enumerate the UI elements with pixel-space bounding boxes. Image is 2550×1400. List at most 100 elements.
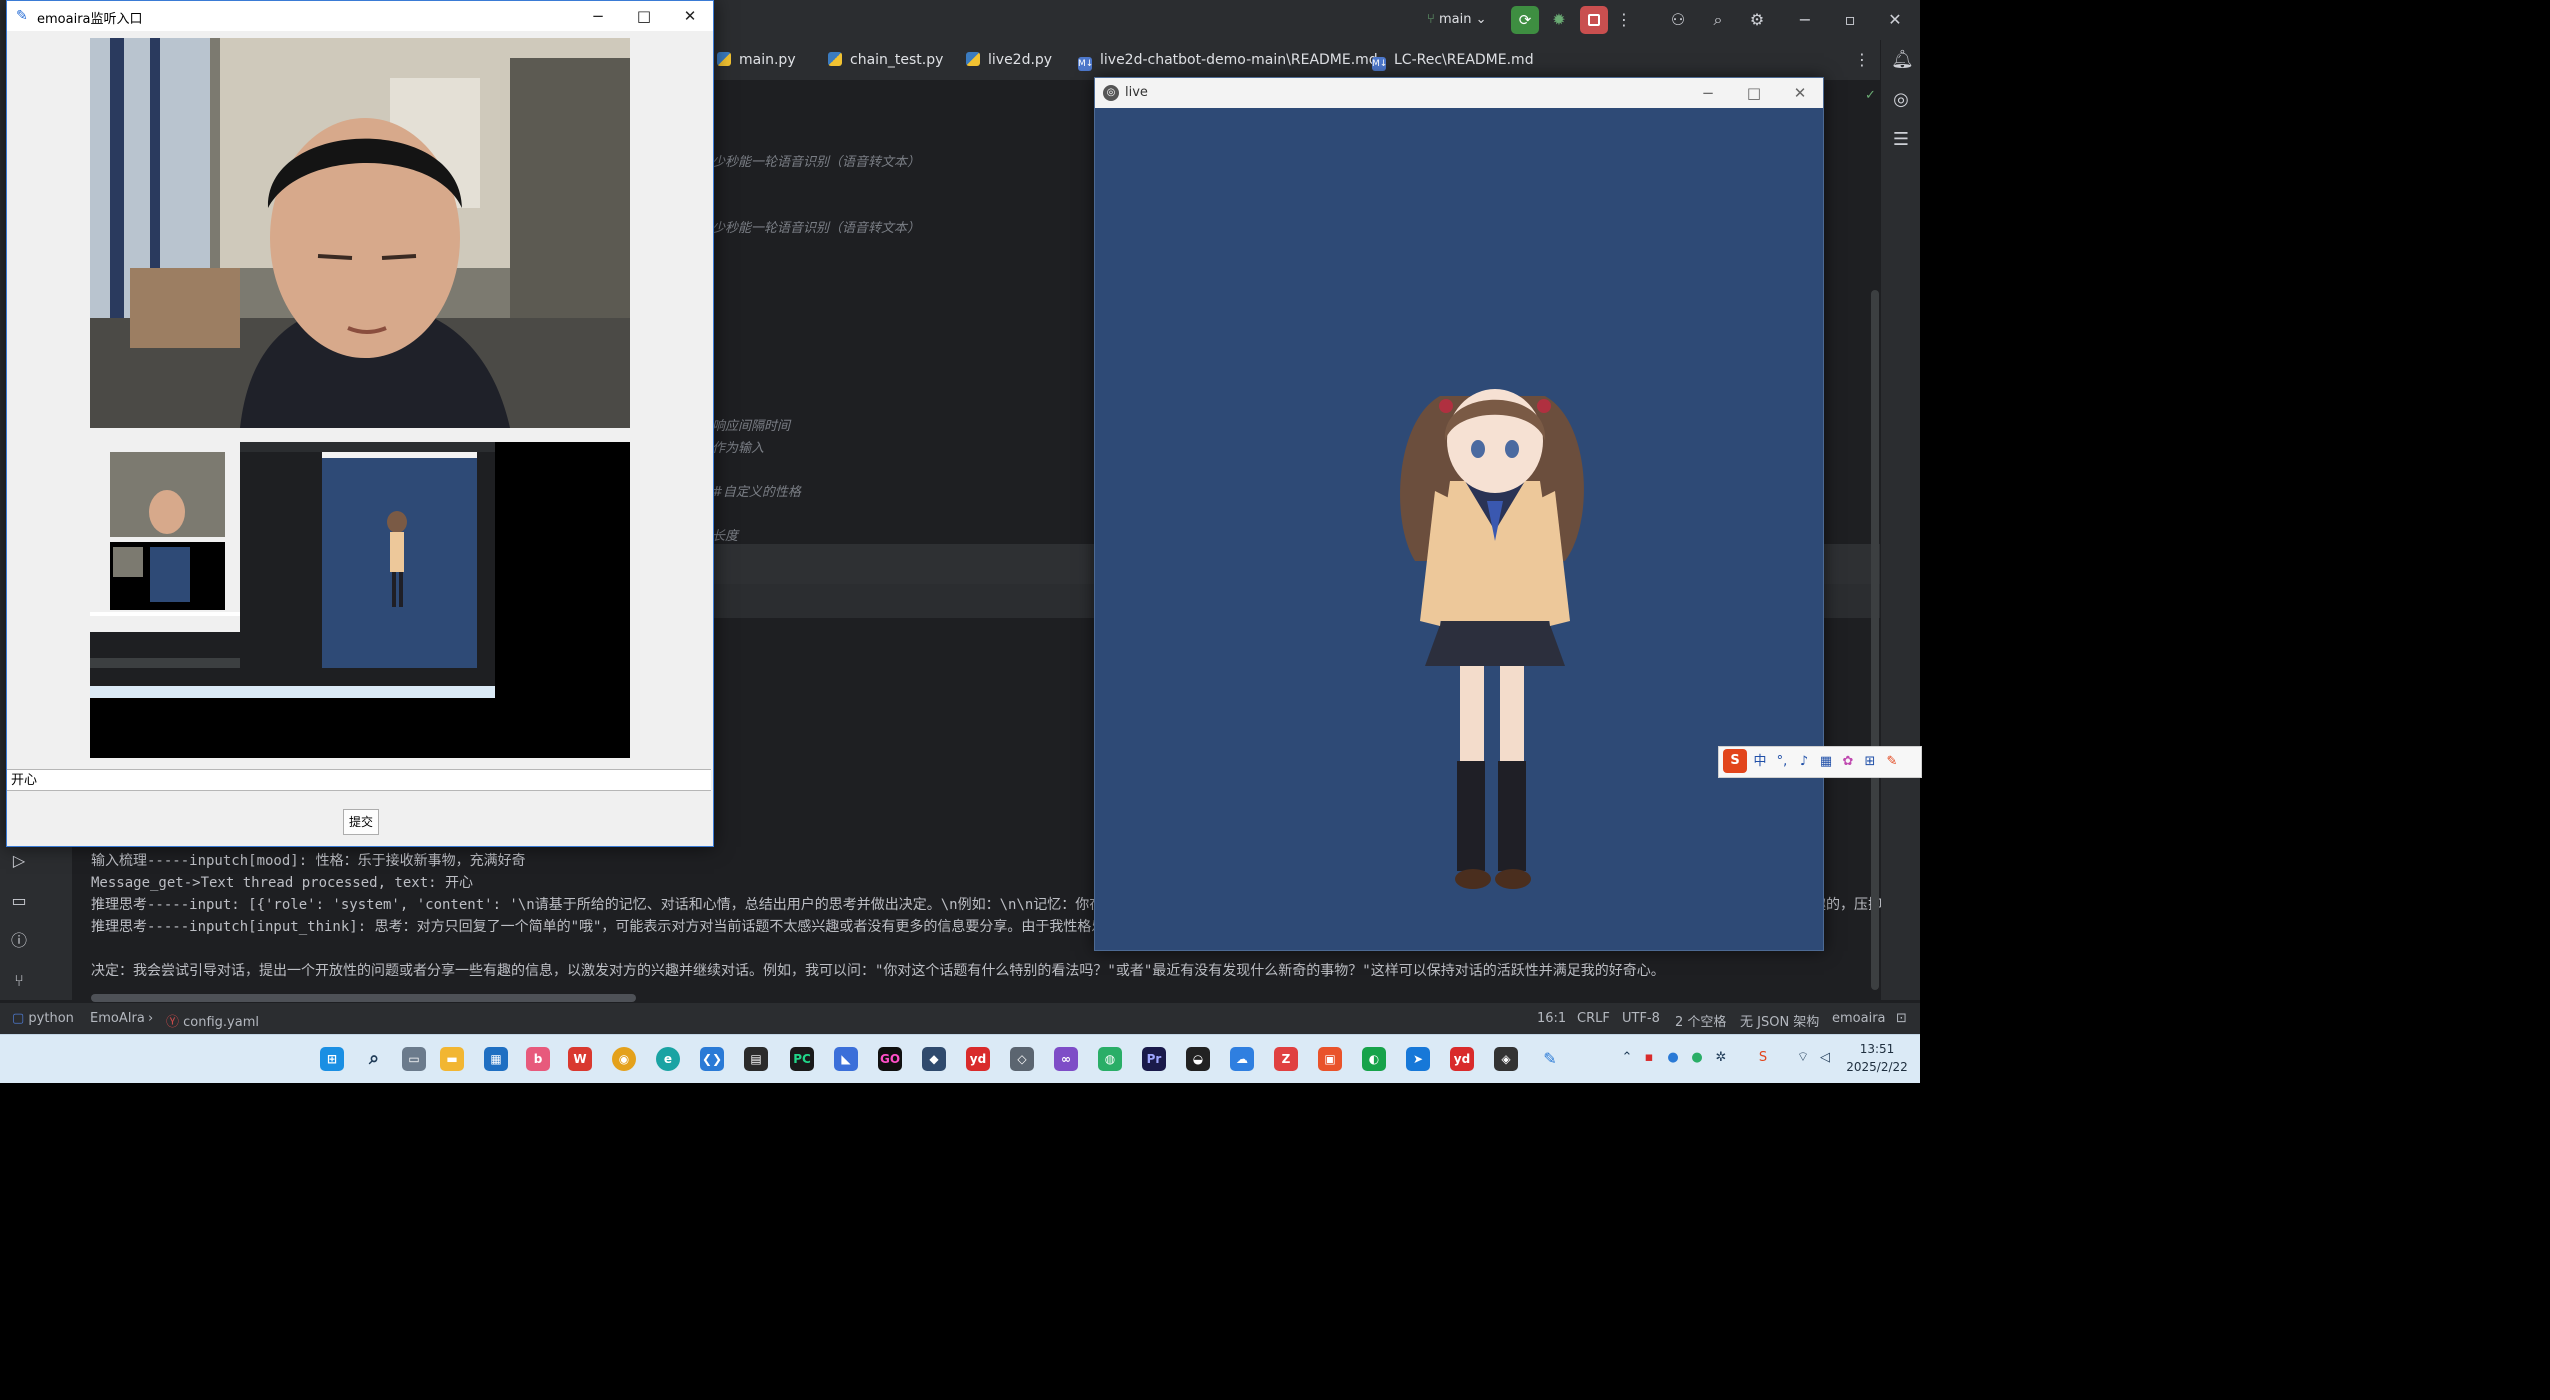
skin-icon[interactable]: ✿ bbox=[1839, 753, 1857, 771]
chrome-icon[interactable]: ◉ bbox=[612, 1047, 636, 1071]
code-comment: 响应间隔时间 bbox=[712, 419, 791, 434]
virtual-env[interactable]: emoaira bbox=[1832, 1011, 1886, 1026]
edge-icon[interactable]: e bbox=[656, 1047, 680, 1071]
volume-icon[interactable]: ◁ bbox=[1816, 1049, 1834, 1067]
lock-icon[interactable]: ⊡ bbox=[1896, 1011, 1907, 1026]
ime-mode[interactable]: 中 bbox=[1751, 753, 1769, 771]
gear-icon[interactable]: ⚙ bbox=[1747, 10, 1767, 30]
toolbox-icon[interactable]: ⊞ bbox=[1861, 753, 1879, 771]
tab-more-icon[interactable]: ⋮ bbox=[1852, 50, 1872, 70]
live-window[interactable]: ◎ live − □ ✕ bbox=[1094, 77, 1824, 951]
git-icon[interactable]: ⑂ bbox=[8, 970, 30, 992]
cursor-app-icon[interactable]: ➤ bbox=[1406, 1047, 1430, 1071]
zotero-icon[interactable]: Z bbox=[1274, 1047, 1298, 1071]
wps-icon[interactable]: W bbox=[568, 1047, 592, 1071]
microphone-icon[interactable]: ♪ bbox=[1795, 753, 1813, 771]
json-schema[interactable]: 无 JSON 架构 bbox=[1740, 1011, 1819, 1030]
goland-icon[interactable]: GO bbox=[878, 1047, 902, 1071]
ai-assistant-icon[interactable]: ◎ bbox=[1891, 90, 1911, 110]
premiere-icon[interactable]: Pr bbox=[1142, 1047, 1166, 1071]
unity-icon[interactable]: ◇ bbox=[1010, 1047, 1034, 1071]
onedrive-icon[interactable]: ☁ bbox=[1230, 1047, 1254, 1071]
tray-expand-icon[interactable]: ⌃ bbox=[1618, 1049, 1636, 1067]
branch-selector[interactable]: ⑂ main ⌄ bbox=[1427, 8, 1491, 32]
breadcrumb-project[interactable]: EmoAIra bbox=[90, 1011, 145, 1026]
tray-app-icon[interactable]: ● bbox=[1664, 1049, 1682, 1067]
feather-icon[interactable]: ✎ bbox=[1538, 1047, 1562, 1071]
task-view-icon[interactable]: ▭ bbox=[402, 1047, 426, 1071]
tray-sogou-icon[interactable]: S bbox=[1754, 1049, 1772, 1067]
ime-toolbar[interactable]: S 中 °, ♪ ▦ ✿ ⊞ ✎ bbox=[1718, 746, 1922, 778]
punctuation-icon[interactable]: °, bbox=[1773, 753, 1791, 771]
maximize-button[interactable]: □ bbox=[621, 1, 667, 31]
file-encoding[interactable]: UTF-8 bbox=[1622, 1011, 1660, 1026]
emoaira-title-bar[interactable]: ✎ emoaira监听入口 − □ ✕ bbox=[7, 1, 713, 31]
tool-window-strip-right: 🔔︎ ◎ ☰ bbox=[1880, 40, 1920, 1000]
qq-icon[interactable]: ◒ bbox=[1186, 1047, 1210, 1071]
tab-main-py[interactable]: main.py bbox=[717, 40, 796, 80]
minimize-button[interactable]: − bbox=[575, 1, 621, 31]
breadcrumb-file[interactable]: Ⓨ config.yaml bbox=[166, 1011, 259, 1030]
tab-chain-test-py[interactable]: chain_test.py bbox=[828, 40, 943, 80]
mood-input[interactable]: 开心 bbox=[7, 769, 711, 791]
file-explorer-icon[interactable]: ▬ bbox=[440, 1047, 464, 1071]
vscode-icon[interactable]: ❮❯ bbox=[700, 1047, 724, 1071]
live-title-bar[interactable]: ◎ live − □ ✕ bbox=[1095, 78, 1823, 108]
youdao-dict-icon[interactable]: yd bbox=[1450, 1047, 1474, 1071]
tray-wechat-icon[interactable]: ● bbox=[1688, 1049, 1706, 1067]
bilibili-icon[interactable]: b bbox=[526, 1047, 550, 1071]
interpreter-widget[interactable]: ▢ python bbox=[12, 1011, 74, 1026]
database-icon[interactable]: ☰ bbox=[1891, 130, 1911, 150]
youdao-icon[interactable]: yd bbox=[966, 1047, 990, 1071]
minimize-button[interactable]: − bbox=[1685, 78, 1731, 108]
minimize-icon[interactable]: − bbox=[1795, 10, 1815, 30]
console-horizontal-scrollbar[interactable] bbox=[91, 994, 636, 1002]
line-separator[interactable]: CRLF bbox=[1577, 1011, 1610, 1026]
more-icon[interactable]: ⋮ bbox=[1614, 10, 1634, 30]
unity-hub-icon[interactable]: ◈ bbox=[1494, 1047, 1518, 1071]
wechat-icon[interactable]: ◍ bbox=[1098, 1047, 1122, 1071]
tray-settings-icon[interactable]: ✲ bbox=[1712, 1049, 1730, 1067]
console-vertical-scrollbar[interactable] bbox=[1871, 290, 1879, 990]
ime-more-icon[interactable]: ✎ bbox=[1883, 753, 1901, 771]
services-icon[interactable]: ▷ bbox=[8, 850, 30, 872]
feishu-icon[interactable]: ◣ bbox=[834, 1047, 858, 1071]
start-icon[interactable]: ⊞ bbox=[320, 1047, 344, 1071]
maximize-button[interactable]: □ bbox=[1731, 78, 1777, 108]
stop-button[interactable] bbox=[1580, 6, 1608, 34]
tray-youdao-icon[interactable]: ▪ bbox=[1640, 1049, 1658, 1067]
close-button[interactable]: ✕ bbox=[1777, 78, 1823, 108]
search-icon[interactable]: ⌕ bbox=[362, 1047, 386, 1071]
wifi-icon[interactable]: ⌔ bbox=[1794, 1049, 1812, 1067]
clock[interactable]: 13:51 2025/2/22 bbox=[1842, 1040, 1912, 1076]
yaml-file-icon: Ⓨ bbox=[166, 1015, 184, 1030]
tab-live2d-readme[interactable]: M↓ live2d-chatbot-demo-main\README.md bbox=[1078, 40, 1378, 80]
close-button[interactable]: ✕ bbox=[667, 1, 713, 31]
sogou-logo-icon[interactable]: S bbox=[1723, 749, 1747, 773]
chat-app-icon[interactable]: ◐ bbox=[1362, 1047, 1386, 1071]
emoaira-window[interactable]: ✎ emoaira监听入口 − □ ✕ 开心 提交 bbox=[6, 0, 714, 847]
app-icon[interactable]: ▣ bbox=[1318, 1047, 1342, 1071]
pycharm-icon[interactable]: PC bbox=[790, 1047, 814, 1071]
visual-studio-icon[interactable]: ∞ bbox=[1054, 1047, 1078, 1071]
problems-icon[interactable]: ⓘ bbox=[8, 930, 30, 952]
caret-position[interactable]: 16:1 bbox=[1537, 1011, 1566, 1026]
notifications-icon[interactable]: 🔔︎ bbox=[1891, 50, 1914, 70]
debug-icon[interactable]: ✹ bbox=[1547, 8, 1571, 32]
code-comment: 少秒能一轮语音识别（语音转文本） bbox=[712, 221, 921, 236]
tab-lc-rec-readme[interactable]: M↓ LC-Rec\README.md bbox=[1372, 40, 1534, 80]
account-icon[interactable]: ⚇ bbox=[1668, 10, 1688, 30]
github-desktop-icon[interactable]: ◆ bbox=[922, 1047, 946, 1071]
restore-icon[interactable]: ▫ bbox=[1840, 10, 1860, 30]
search-icon[interactable]: ⌕ bbox=[1708, 10, 1728, 30]
close-icon[interactable]: ✕ bbox=[1885, 10, 1905, 30]
tab-live2d-py[interactable]: live2d.py bbox=[966, 40, 1052, 80]
store-icon[interactable]: ▦ bbox=[484, 1047, 508, 1071]
indent-setting[interactable]: 2 个空格 bbox=[1675, 1011, 1726, 1030]
terminal-icon[interactable]: ▭ bbox=[8, 890, 30, 912]
keyboard-icon[interactable]: ▦ bbox=[1817, 753, 1835, 771]
terminal-app-icon[interactable]: ▤ bbox=[744, 1047, 768, 1071]
live2d-character-canvas[interactable] bbox=[1095, 108, 1823, 950]
submit-button[interactable]: 提交 bbox=[343, 809, 379, 835]
run-config-icon[interactable]: ⟳ bbox=[1511, 6, 1539, 34]
